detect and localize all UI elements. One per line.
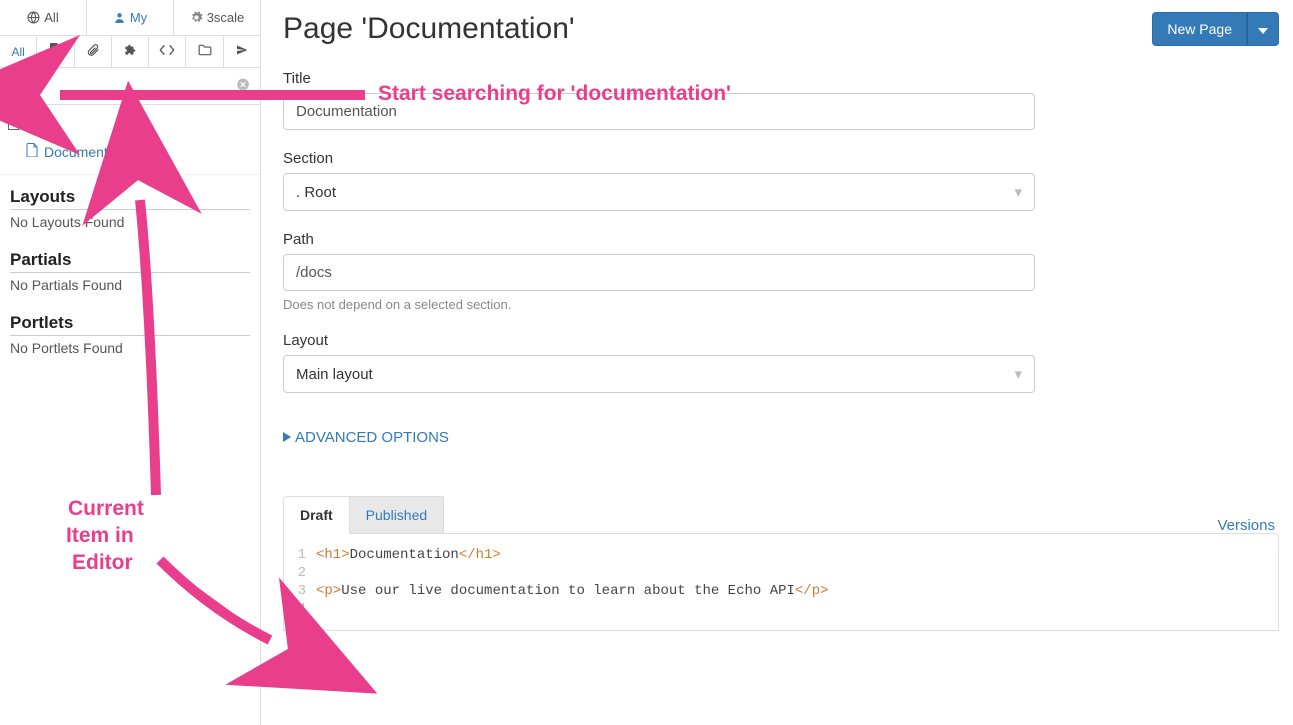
portlets-empty: No Portlets Found bbox=[10, 340, 250, 356]
scope-tab-all[interactable]: All bbox=[0, 0, 87, 35]
sidebar-portlets: Portlets No Portlets Found bbox=[0, 301, 260, 364]
advanced-options-toggle[interactable]: ADVANCED OPTIONS bbox=[283, 429, 1279, 446]
section-value: . Root bbox=[296, 184, 336, 201]
tree-item-documentation[interactable]: Documentation bbox=[8, 135, 252, 164]
main-content: Page 'Documentation' New Page Title Sect… bbox=[261, 0, 1293, 725]
advanced-options-label: ADVANCED OPTIONS bbox=[295, 429, 449, 446]
filter-tab-plugin[interactable] bbox=[112, 36, 149, 67]
collapse-icon bbox=[8, 117, 19, 133]
portlets-title: Portlets bbox=[10, 313, 250, 336]
tree-root-label: Root bbox=[23, 117, 53, 133]
scope-tab-my-label: My bbox=[130, 10, 147, 25]
layout-label: Layout bbox=[283, 332, 1279, 349]
editor-bar: Draft Published Versions bbox=[283, 496, 1279, 534]
line-number: 3 bbox=[284, 583, 316, 599]
path-label: Path bbox=[283, 231, 1279, 248]
sidebar-partials: Partials No Partials Found bbox=[0, 238, 260, 301]
chevron-down-icon: ▾ bbox=[1014, 183, 1022, 201]
scope-tab-my[interactable]: My bbox=[87, 0, 174, 35]
sidebar: All My 3scale All bbox=[0, 0, 261, 725]
layouts-empty: No Layouts Found bbox=[10, 214, 250, 230]
title-label: Title bbox=[283, 70, 1279, 87]
filter-tabs: All bbox=[0, 36, 260, 68]
editor-tabs: Draft Published bbox=[283, 496, 443, 534]
layout-select[interactable]: Main layout ▾ bbox=[283, 355, 1035, 393]
layouts-title: Layouts bbox=[10, 187, 250, 210]
page-icon bbox=[49, 43, 61, 60]
user-icon bbox=[113, 11, 126, 24]
field-path: Path Does not depend on a selected secti… bbox=[283, 231, 1279, 312]
code-line: 3 <p>Use our live documentation to learn… bbox=[284, 582, 1278, 600]
main-header: Page 'Documentation' New Page bbox=[283, 12, 1279, 46]
code-line: 4 bbox=[284, 600, 1278, 618]
scope-tab-all-label: All bbox=[44, 10, 58, 25]
content-tree: Root Documentation bbox=[0, 105, 260, 175]
filter-tab-all[interactable]: All bbox=[0, 36, 37, 67]
tree-root[interactable]: Root bbox=[8, 115, 252, 135]
section-label: Section bbox=[283, 150, 1279, 167]
title-input[interactable] bbox=[283, 93, 1035, 130]
tab-draft[interactable]: Draft bbox=[283, 496, 350, 534]
new-page-dropdown[interactable] bbox=[1247, 12, 1279, 46]
filter-tab-send[interactable] bbox=[224, 36, 260, 67]
code-line: 2 bbox=[284, 564, 1278, 582]
line-number: 1 bbox=[284, 547, 316, 563]
line-number: 2 bbox=[284, 565, 316, 581]
sidebar-layouts: Layouts No Layouts Found bbox=[0, 175, 260, 238]
scope-tabs: All My 3scale bbox=[0, 0, 260, 36]
partials-empty: No Partials Found bbox=[10, 277, 250, 293]
path-help: Does not depend on a selected section. bbox=[283, 297, 1279, 312]
tab-published[interactable]: Published bbox=[349, 496, 445, 534]
code-line: 1 <h1>Documentation</h1> bbox=[284, 546, 1278, 564]
tree-item-label: Documentation bbox=[44, 144, 138, 160]
gear-icon bbox=[190, 11, 203, 24]
code-editor[interactable]: 1 <h1>Documentation</h1> 2 3 <p>Use our … bbox=[283, 533, 1279, 631]
field-title: Title bbox=[283, 70, 1279, 130]
field-section: Section . Root ▾ bbox=[283, 150, 1279, 211]
clear-search-icon[interactable] bbox=[236, 78, 250, 95]
scope-tab-3scale-label: 3scale bbox=[207, 10, 245, 25]
filter-tab-folder[interactable] bbox=[186, 36, 223, 67]
folder-icon bbox=[198, 44, 212, 59]
scope-tab-3scale[interactable]: 3scale bbox=[174, 0, 260, 35]
page-title: Page 'Documentation' bbox=[283, 12, 575, 46]
chevron-down-icon: ▾ bbox=[1014, 365, 1022, 383]
search-row bbox=[0, 68, 260, 105]
line-number: 4 bbox=[284, 601, 316, 617]
send-icon bbox=[236, 44, 248, 59]
caret-right-icon bbox=[283, 429, 291, 446]
new-page-group: New Page bbox=[1152, 12, 1279, 46]
globe-icon bbox=[27, 11, 40, 24]
partials-title: Partials bbox=[10, 250, 250, 273]
filter-tab-code[interactable] bbox=[149, 36, 186, 67]
filter-tab-attachment[interactable] bbox=[75, 36, 112, 67]
path-input[interactable] bbox=[283, 254, 1035, 291]
versions-link[interactable]: Versions bbox=[1217, 517, 1279, 534]
caret-down-icon bbox=[1258, 22, 1268, 37]
field-layout: Layout Main layout ▾ bbox=[283, 332, 1279, 393]
filter-tab-page[interactable] bbox=[37, 36, 74, 67]
file-icon bbox=[26, 143, 38, 160]
puzzle-icon bbox=[123, 43, 137, 60]
layout-value: Main layout bbox=[296, 366, 373, 383]
new-page-button[interactable]: New Page bbox=[1152, 12, 1247, 46]
search-input[interactable] bbox=[8, 74, 252, 98]
paperclip-icon bbox=[86, 43, 100, 60]
section-select[interactable]: . Root ▾ bbox=[283, 173, 1035, 211]
code-icon bbox=[159, 44, 175, 59]
